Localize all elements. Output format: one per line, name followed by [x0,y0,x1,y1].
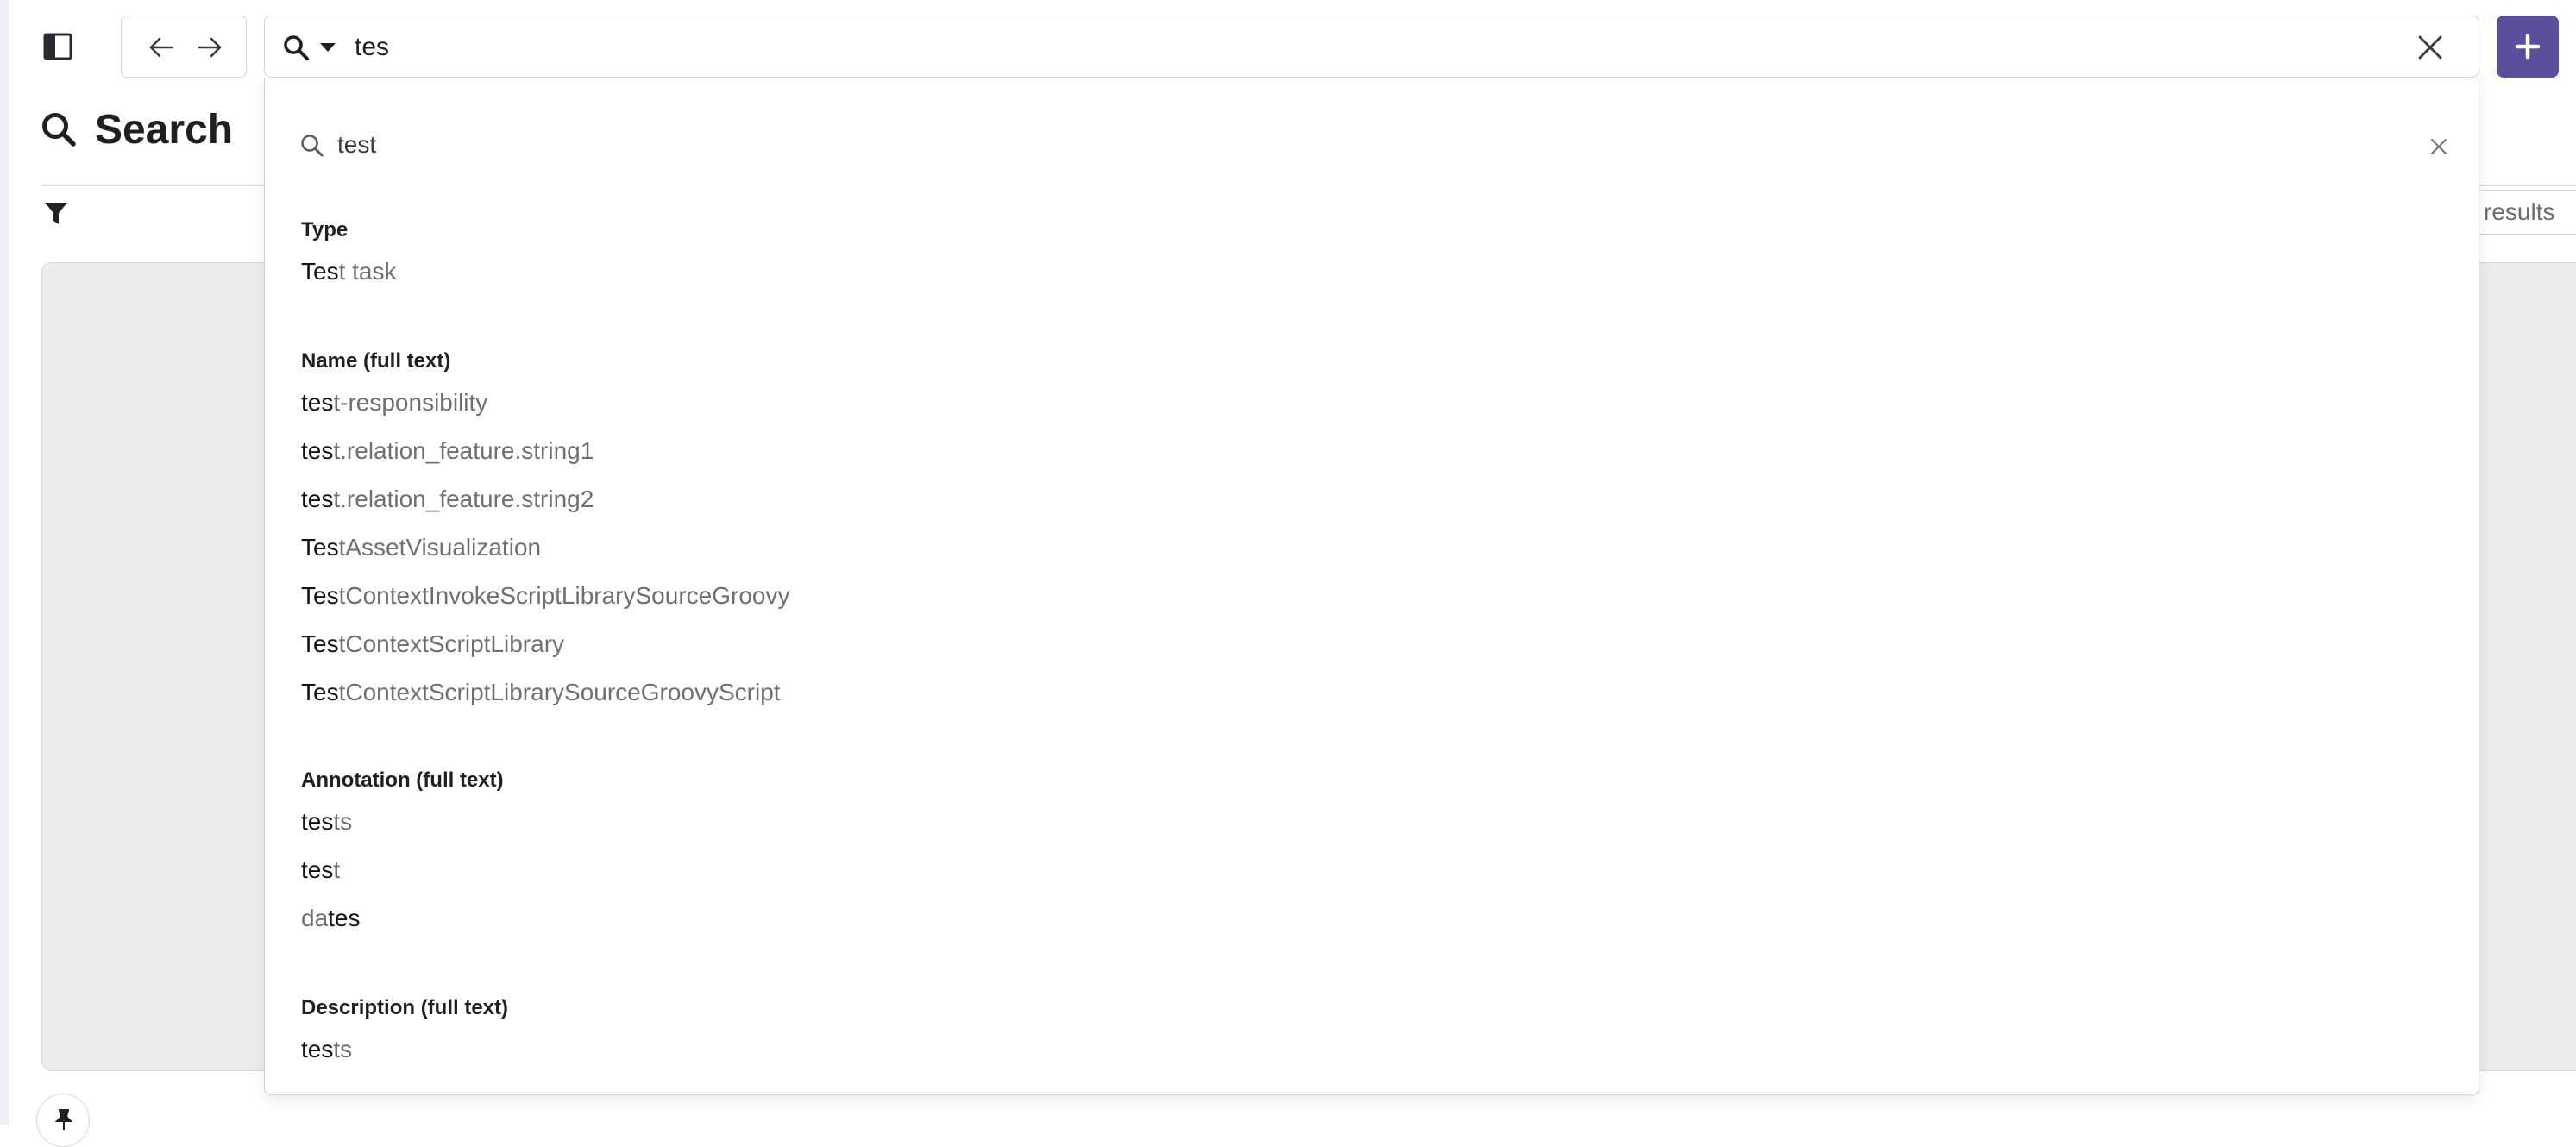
rest-text: t task [338,258,397,285]
suggestion-item[interactable]: tests [301,805,352,839]
results-count-box: results [2467,190,2576,235]
history-nav-group [121,16,247,78]
match-text: Tes [301,582,339,609]
caret-down-icon[interactable] [318,41,337,54]
rest-text: ts [333,808,353,835]
rest-text: tAssetVisualization [338,534,542,561]
close-icon[interactable] [2428,136,2449,157]
rest-text: tContextScriptLibrarySourceGroovyScript [338,679,781,705]
suggestion-query[interactable]: test [337,126,376,164]
rest-text: tContextScriptLibrary [338,630,565,657]
match-text: tes [301,486,334,512]
section-heading-description: Description (full text) [301,996,509,1019]
prefix-text: da [301,905,329,931]
rest-text: t.relation_feature.string1 [333,437,594,464]
page-title: Search [95,107,234,153]
suggestion-item[interactable]: tests [301,1032,352,1067]
search-suggestions-dropdown: test Type Test task Name (full text) tes… [264,78,2479,1095]
add-button[interactable] [2497,16,2559,78]
suggestion-item[interactable]: dates [301,901,361,936]
search-icon [40,110,78,148]
global-search-bar[interactable]: tes [264,16,2479,78]
suggestion-item[interactable]: TestContextInvokeScriptLibrarySourceGroo… [301,579,789,613]
section-heading-annotation: Annotation (full text) [301,768,504,792]
search-input[interactable]: tes [355,16,389,78]
match-text: tes [328,905,361,931]
plus-icon [2515,34,2541,60]
suggestion-item[interactable]: test.relation_feature.string2 [301,482,594,517]
section-heading-type: Type [301,218,349,241]
match-text: Tes [301,630,339,657]
rest-text: t-responsibility [333,389,488,416]
match-text: Tes [301,258,339,285]
rest-text: t [333,856,341,883]
section-heading-name: Name (full text) [301,349,451,373]
sidebar-toggle-icon[interactable] [41,31,76,62]
suggestion-item[interactable]: TestContextScriptLibrary [301,627,564,661]
search-icon[interactable] [282,34,311,61]
match-text: tes [301,437,334,464]
arrow-right-icon[interactable] [194,34,225,61]
suggestion-item[interactable]: test [301,853,340,887]
match-text: tes [301,856,334,883]
match-text: tes [301,808,334,835]
suggestion-item[interactable]: TestAssetVisualization [301,530,541,565]
search-icon [299,133,325,159]
filter-icon[interactable] [43,200,69,228]
suggestion-item[interactable]: Test task [301,254,397,289]
rest-text: t.relation_feature.string2 [333,486,594,512]
results-label: results [2484,198,2555,225]
match-text: tes [301,389,334,416]
pin-icon [54,1109,73,1130]
match-text: Tes [301,534,339,561]
arrow-left-icon[interactable] [146,34,177,61]
left-edge-strip [0,0,9,1125]
pin-button[interactable] [36,1094,90,1147]
suggestion-item[interactable]: TestContextScriptLibrarySourceGroovyScri… [301,675,781,710]
suggestion-item[interactable]: test.relation_feature.string1 [301,434,594,468]
match-text: tes [301,1036,334,1062]
match-text: Tes [301,679,339,705]
suggestion-item[interactable]: test-responsibility [301,385,487,420]
rest-text: tContextInvokeScriptLibrarySourceGroovy [338,582,790,609]
close-icon[interactable] [2415,32,2446,63]
rest-text: ts [333,1036,353,1062]
